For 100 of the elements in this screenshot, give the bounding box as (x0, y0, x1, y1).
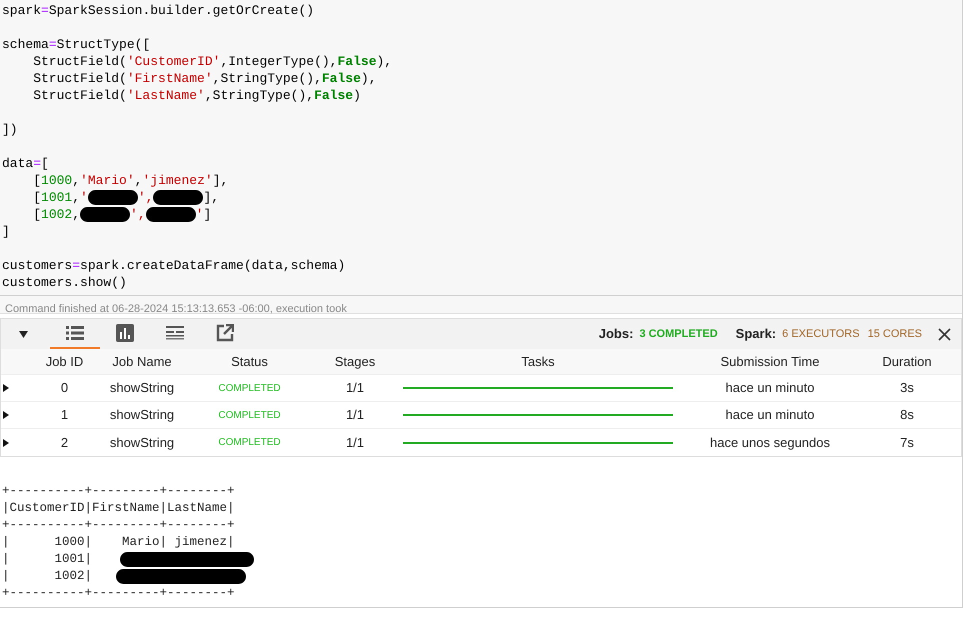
output-line: |CustomerID|FirstName|LastName| (2, 500, 235, 517)
output-line: +----------+---------+--------+ (2, 483, 235, 500)
code-token: = (41, 3, 49, 18)
code-token: ], (203, 190, 220, 205)
column-header: Job ID (44, 352, 84, 371)
code-token: schema (2, 37, 49, 52)
bar-chart-icon (116, 324, 134, 342)
table-cell-text: showString (108, 434, 176, 452)
code-token: ]) (2, 122, 18, 137)
table-cell-text: 8s (899, 406, 915, 424)
status-label: COMPLETED (217, 408, 282, 422)
cores-count: 15 CORES (868, 326, 922, 342)
code-token: customers (2, 258, 72, 273)
code-token: , (72, 190, 80, 205)
table-cell-text: 1/1 (344, 406, 366, 424)
code-token: [ (32, 173, 42, 188)
code-token: ' (80, 190, 88, 205)
code-token: , (134, 173, 142, 188)
status-label: COMPLETED (217, 436, 282, 450)
close-icon[interactable] (938, 328, 951, 340)
execution-status: Command finished at 06-28-2024 15:13:13.653 -06:00, execution took (5, 303, 347, 315)
table-cell-text: 1 (60, 406, 70, 424)
status-label: COMPLETED (217, 382, 282, 396)
code-token: 'CustomerID' (126, 54, 220, 69)
output-line: | 1000| Mario| jimenez| (2, 534, 235, 551)
code-token: ' (196, 207, 204, 222)
code-token: ], (212, 173, 228, 188)
code-token: ', (130, 207, 146, 222)
timeline-icon (166, 326, 184, 340)
code-token: ) (353, 88, 361, 103)
table-cell-text: showString (108, 406, 176, 424)
code-token: 'Mario' (80, 173, 135, 188)
code-token: = (33, 156, 42, 171)
code-token: StructField( (32, 71, 127, 86)
expand-arrow-icon[interactable] (3, 438, 9, 446)
column-header: Status (230, 352, 269, 371)
code-token: StructType([ (56, 37, 150, 52)
external-link-icon (216, 324, 234, 342)
code-token: data (2, 156, 34, 171)
code-token: 'LastName' (126, 88, 205, 103)
code-token: ,StringType(), (212, 71, 322, 86)
code-token: [ (32, 190, 42, 205)
code-token: customers.show() (2, 275, 127, 290)
code-token: = (72, 258, 80, 273)
table-cell-text: showString (108, 379, 176, 398)
table-cell-text: 3s (899, 379, 915, 398)
column-header: Tasks (520, 352, 556, 371)
jobs-count: 3 COMPLETED (639, 326, 718, 342)
table-cell-text: hace un minuto (724, 379, 816, 398)
table-cell-text: hace un minuto (724, 406, 816, 424)
code-token: ,StringType(), (204, 88, 314, 103)
column-header: Job Name (111, 352, 173, 371)
code-token: [ (41, 156, 49, 171)
redaction-mark (146, 207, 196, 222)
output-line: +----------+---------+--------+ (2, 585, 235, 602)
code-token: StructField( (32, 88, 127, 103)
code-token: spark (2, 3, 42, 18)
code-token: [ (32, 207, 42, 222)
list-icon (66, 326, 84, 340)
code-token: 1001 (41, 190, 72, 205)
code-token: , (72, 173, 80, 188)
code-token: ,IntegerType(), (220, 54, 338, 69)
code-token: False (314, 88, 354, 103)
code-token: StructField( (32, 54, 127, 69)
column-header: Submission Time (720, 352, 820, 371)
code-token: ), (360, 71, 376, 86)
code-token: spark.createDataFrame(data,schema) (80, 258, 346, 273)
redaction-mark (88, 190, 138, 206)
code-token: = (48, 37, 57, 52)
executors-count: 6 EXECUTORS (782, 326, 860, 342)
output-line: | 1001| (2, 551, 92, 568)
redaction-mark (153, 190, 204, 206)
code-token: SparkSession.builder.getOrCreate() (48, 3, 314, 18)
code-token: ] (2, 224, 10, 239)
redaction-mark (80, 207, 130, 222)
code-token: False (322, 71, 361, 86)
code-token: ', (138, 190, 154, 205)
table-cell-text: hace unos segundos (709, 434, 831, 452)
output-line: | 1002| (2, 568, 92, 585)
code-token: 'jimenez' (142, 173, 213, 188)
spark-label: Spark: (736, 325, 776, 344)
output-line: +----------+---------+--------+ (2, 517, 235, 534)
code-token: 'FirstName' (126, 71, 213, 86)
table-cell-text: 2 (60, 434, 70, 452)
code-token: 1000 (41, 173, 72, 188)
code-token: False (337, 54, 376, 69)
code-token: ), (376, 54, 392, 69)
code-token: ] (203, 207, 212, 222)
expand-arrow-icon[interactable] (3, 384, 9, 392)
table-cell-text: 0 (60, 379, 70, 398)
column-header: Stages (334, 352, 376, 371)
code-token: 1002 (41, 207, 72, 222)
caret-icon[interactable] (19, 330, 28, 338)
jobs-label: Jobs: (598, 325, 634, 344)
table-cell-text: 1/1 (344, 434, 366, 452)
code-token: , (72, 207, 80, 222)
column-header: Duration (881, 352, 933, 371)
table-cell-text: 1/1 (344, 379, 366, 398)
expand-arrow-icon[interactable] (3, 411, 9, 419)
table-cell-text: 7s (899, 434, 915, 452)
